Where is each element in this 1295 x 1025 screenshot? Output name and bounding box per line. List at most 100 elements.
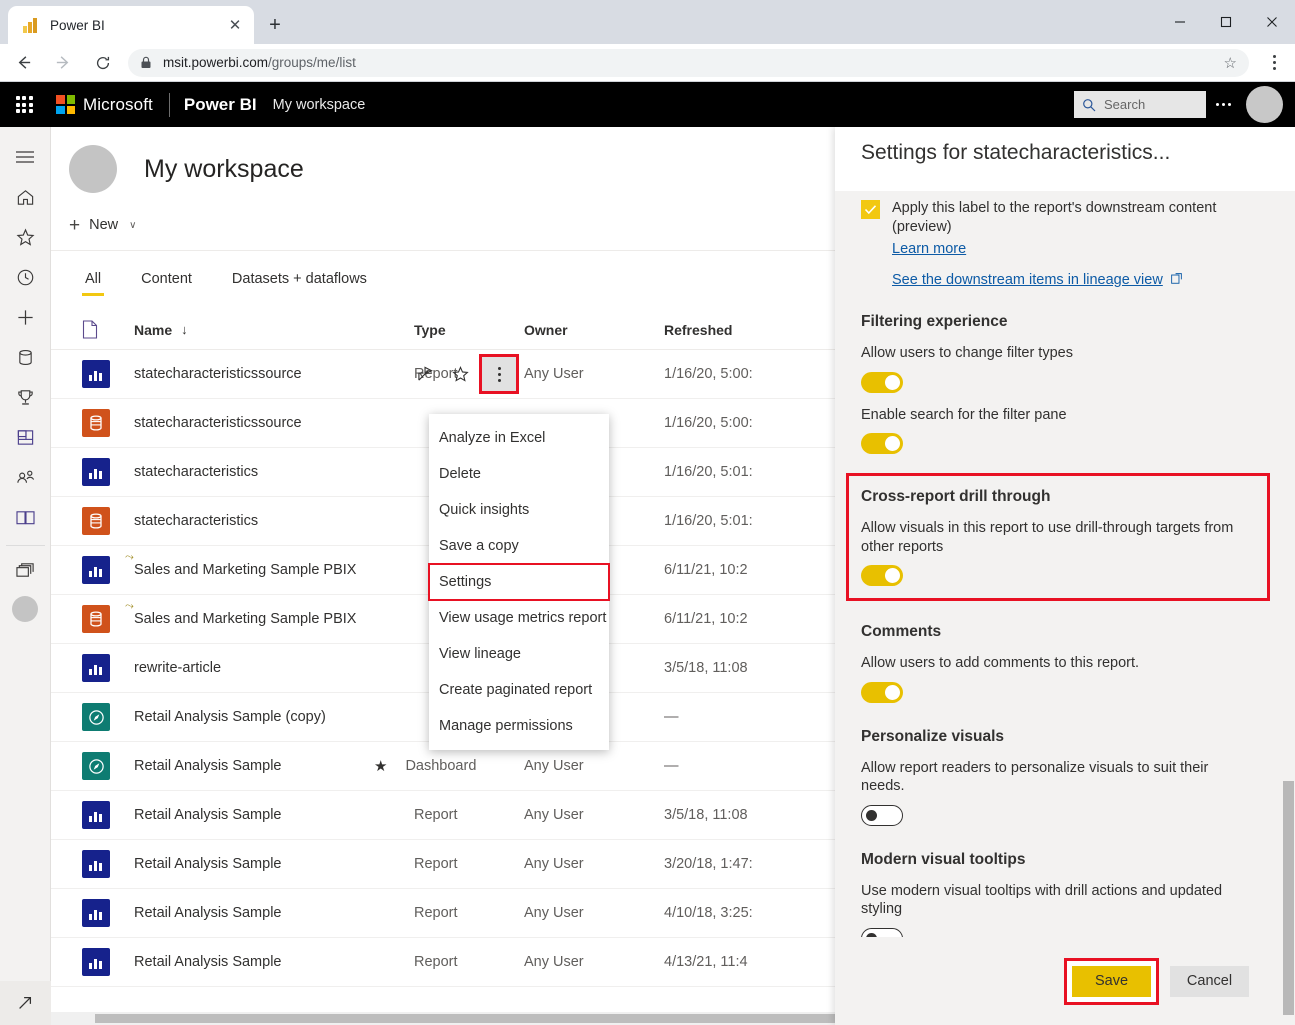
sidebar-item-goals[interactable]	[0, 377, 51, 417]
learn-more-link[interactable]: Learn more	[892, 241, 966, 257]
avatar[interactable]	[1246, 86, 1283, 123]
scrollbar-thumb[interactable]	[95, 1014, 835, 1023]
menu-item-delete[interactable]: Delete	[429, 456, 609, 492]
item-name-label: Retail Analysis Sample	[134, 856, 282, 872]
column-icon-header	[82, 320, 134, 339]
column-header-type[interactable]: Type	[414, 322, 524, 338]
sidebar-item-datasets[interactable]	[0, 337, 51, 377]
bookmark-star-icon[interactable]: ☆	[1224, 54, 1239, 72]
setting-toggle[interactable]	[861, 371, 903, 393]
item-name-cell[interactable]: Retail Analysis Sample	[134, 856, 414, 872]
reload-icon[interactable]	[86, 46, 120, 80]
lineage-view-link[interactable]: See the downstream items in lineage view	[892, 272, 1163, 288]
powerbi-topbar: Microsoft Power BI My workspace Search	[0, 82, 1295, 127]
menu-item-quick-insights[interactable]: Quick insights	[429, 492, 609, 528]
share-icon[interactable]	[411, 360, 439, 388]
sidebar-item-favorites[interactable]	[0, 217, 51, 257]
cancel-button[interactable]: Cancel	[1170, 965, 1249, 997]
browser-tab[interactable]: Power BI ✕	[8, 6, 254, 44]
menu-item-view-usage-metrics-report[interactable]: View usage metrics report	[429, 600, 609, 636]
item-name-label: statecharacteristicssource	[134, 415, 302, 431]
table-row[interactable]: Retail Analysis Sample Report Any User 3/5/…	[51, 791, 835, 840]
item-refreshed-cell: 6/11/21, 10:2	[664, 611, 748, 627]
browser-menu-icon[interactable]	[1259, 46, 1289, 80]
setting-toggle[interactable]	[861, 681, 903, 703]
close-icon[interactable]	[1249, 0, 1295, 44]
item-name-cell[interactable]: statecharacteristicssource	[134, 366, 414, 382]
checkbox-checked-icon[interactable]	[861, 200, 880, 219]
more-options-icon[interactable]	[479, 354, 519, 394]
new-button[interactable]: + New ∨	[69, 216, 136, 235]
report-icon	[82, 801, 110, 829]
microsoft-logo[interactable]: Microsoft	[56, 95, 153, 115]
sidebar-item-create[interactable]	[0, 297, 51, 337]
new-tab-button[interactable]: +	[262, 12, 288, 38]
menu-item-settings[interactable]: Settings	[428, 563, 610, 601]
setting-toggle[interactable]	[861, 565, 903, 587]
menu-item-create-paginated-report[interactable]: Create paginated report	[429, 672, 609, 708]
back-arrow-icon[interactable]	[6, 46, 40, 80]
item-name-cell[interactable]: ⤳ Sales and Marketing Sample PBIX	[125, 552, 414, 579]
item-name-cell[interactable]: Retail Analysis Sample	[134, 954, 414, 970]
tab-all[interactable]: All	[82, 271, 105, 296]
search-input[interactable]: Search	[1074, 91, 1206, 118]
horizontal-scrollbar[interactable]	[51, 1012, 835, 1025]
setting-description: Allow users to change filter types	[861, 345, 1073, 361]
expand-arrow-icon[interactable]	[0, 981, 51, 1025]
item-name-cell[interactable]: statecharacteristics	[134, 464, 414, 480]
sidebar-item-recent[interactable]	[0, 257, 51, 297]
search-icon	[1082, 98, 1096, 112]
close-icon[interactable]: ✕	[224, 14, 246, 36]
column-header-refreshed[interactable]: Refreshed	[664, 322, 814, 338]
tab-content[interactable]: Content	[138, 271, 195, 296]
item-name-cell[interactable]: rewrite-article	[134, 660, 414, 676]
app-launcher-icon[interactable]	[0, 96, 48, 113]
menu-item-manage-permissions[interactable]: Manage permissions	[429, 708, 609, 744]
table-row[interactable]: Retail Analysis Sample Report Any User 3/20…	[51, 840, 835, 889]
sidebar-item-workspaces[interactable]	[0, 550, 51, 590]
hamburger-icon[interactable]	[0, 137, 51, 177]
more-options-icon[interactable]	[1206, 103, 1240, 106]
apply-label-checkbox-row[interactable]: Apply this label to the report's downstr…	[861, 199, 1253, 237]
favorited-star-icon[interactable]: ★	[374, 757, 387, 775]
favorite-star-icon[interactable]	[446, 360, 474, 388]
sidebar-item-home[interactable]	[0, 177, 51, 217]
sidebar-item-learn[interactable]	[0, 497, 51, 537]
table-row[interactable]: Retail Analysis Sample Report Any User 4/10…	[51, 889, 835, 938]
url-host: msit.powerbi.com	[163, 55, 269, 70]
powerbi-brand[interactable]: Power BI	[184, 95, 257, 115]
item-name-cell[interactable]: ⤳ Sales and Marketing Sample PBIX	[125, 601, 414, 628]
setting-toggle[interactable]	[861, 804, 903, 826]
item-name-cell[interactable]: statecharacteristicssource	[134, 415, 414, 431]
item-name-cell[interactable]: statecharacteristics	[134, 513, 414, 529]
sidebar-item-shared[interactable]	[0, 457, 51, 497]
menu-item-save-a-copy[interactable]: Save a copy	[429, 528, 609, 564]
panel-scrollbar[interactable]	[1279, 191, 1295, 1025]
breadcrumb[interactable]: My workspace	[273, 97, 366, 113]
setting-toggle[interactable]	[861, 433, 903, 455]
column-header-owner[interactable]: Owner	[524, 322, 664, 338]
table-row[interactable]: Retail Analysis Sample Report Any User 4/13…	[51, 938, 835, 987]
browser-titlebar: Power BI ✕ +	[0, 0, 1295, 44]
table-row[interactable]: statecharacteristicssource Report Any User…	[51, 350, 835, 399]
forward-arrow-icon[interactable]	[46, 46, 80, 80]
menu-item-analyze-in-excel[interactable]: Analyze in Excel	[429, 420, 609, 456]
save-button[interactable]: Save	[1072, 965, 1151, 997]
column-header-name[interactable]: Name ↓	[134, 322, 414, 338]
address-bar[interactable]: msit.powerbi.com/groups/me/list ☆	[128, 48, 1249, 77]
item-name-cell[interactable]: Retail Analysis Sample	[134, 905, 414, 921]
item-name-cell[interactable]: Retail Analysis Sample	[134, 807, 414, 823]
tab-datasets-dataflows[interactable]: Datasets + dataflows	[229, 271, 370, 296]
menu-item-view-lineage[interactable]: View lineage	[429, 636, 609, 672]
item-name-cell[interactable]: Retail Analysis Sample	[134, 758, 414, 774]
maximize-icon[interactable]	[1203, 0, 1249, 44]
item-type-icon-cell	[82, 360, 134, 388]
sidebar-item-apps[interactable]	[0, 417, 51, 457]
item-type-cell: Report	[414, 807, 458, 823]
item-refreshed-cell: 3/5/18, 11:08	[664, 660, 748, 676]
scrollbar-thumb[interactable]	[1283, 781, 1294, 1015]
powerbi-icon	[22, 17, 39, 34]
item-name-cell[interactable]: Retail Analysis Sample (copy)	[134, 709, 414, 725]
minimize-icon[interactable]	[1157, 0, 1203, 44]
workspace-avatar[interactable]	[12, 596, 38, 622]
